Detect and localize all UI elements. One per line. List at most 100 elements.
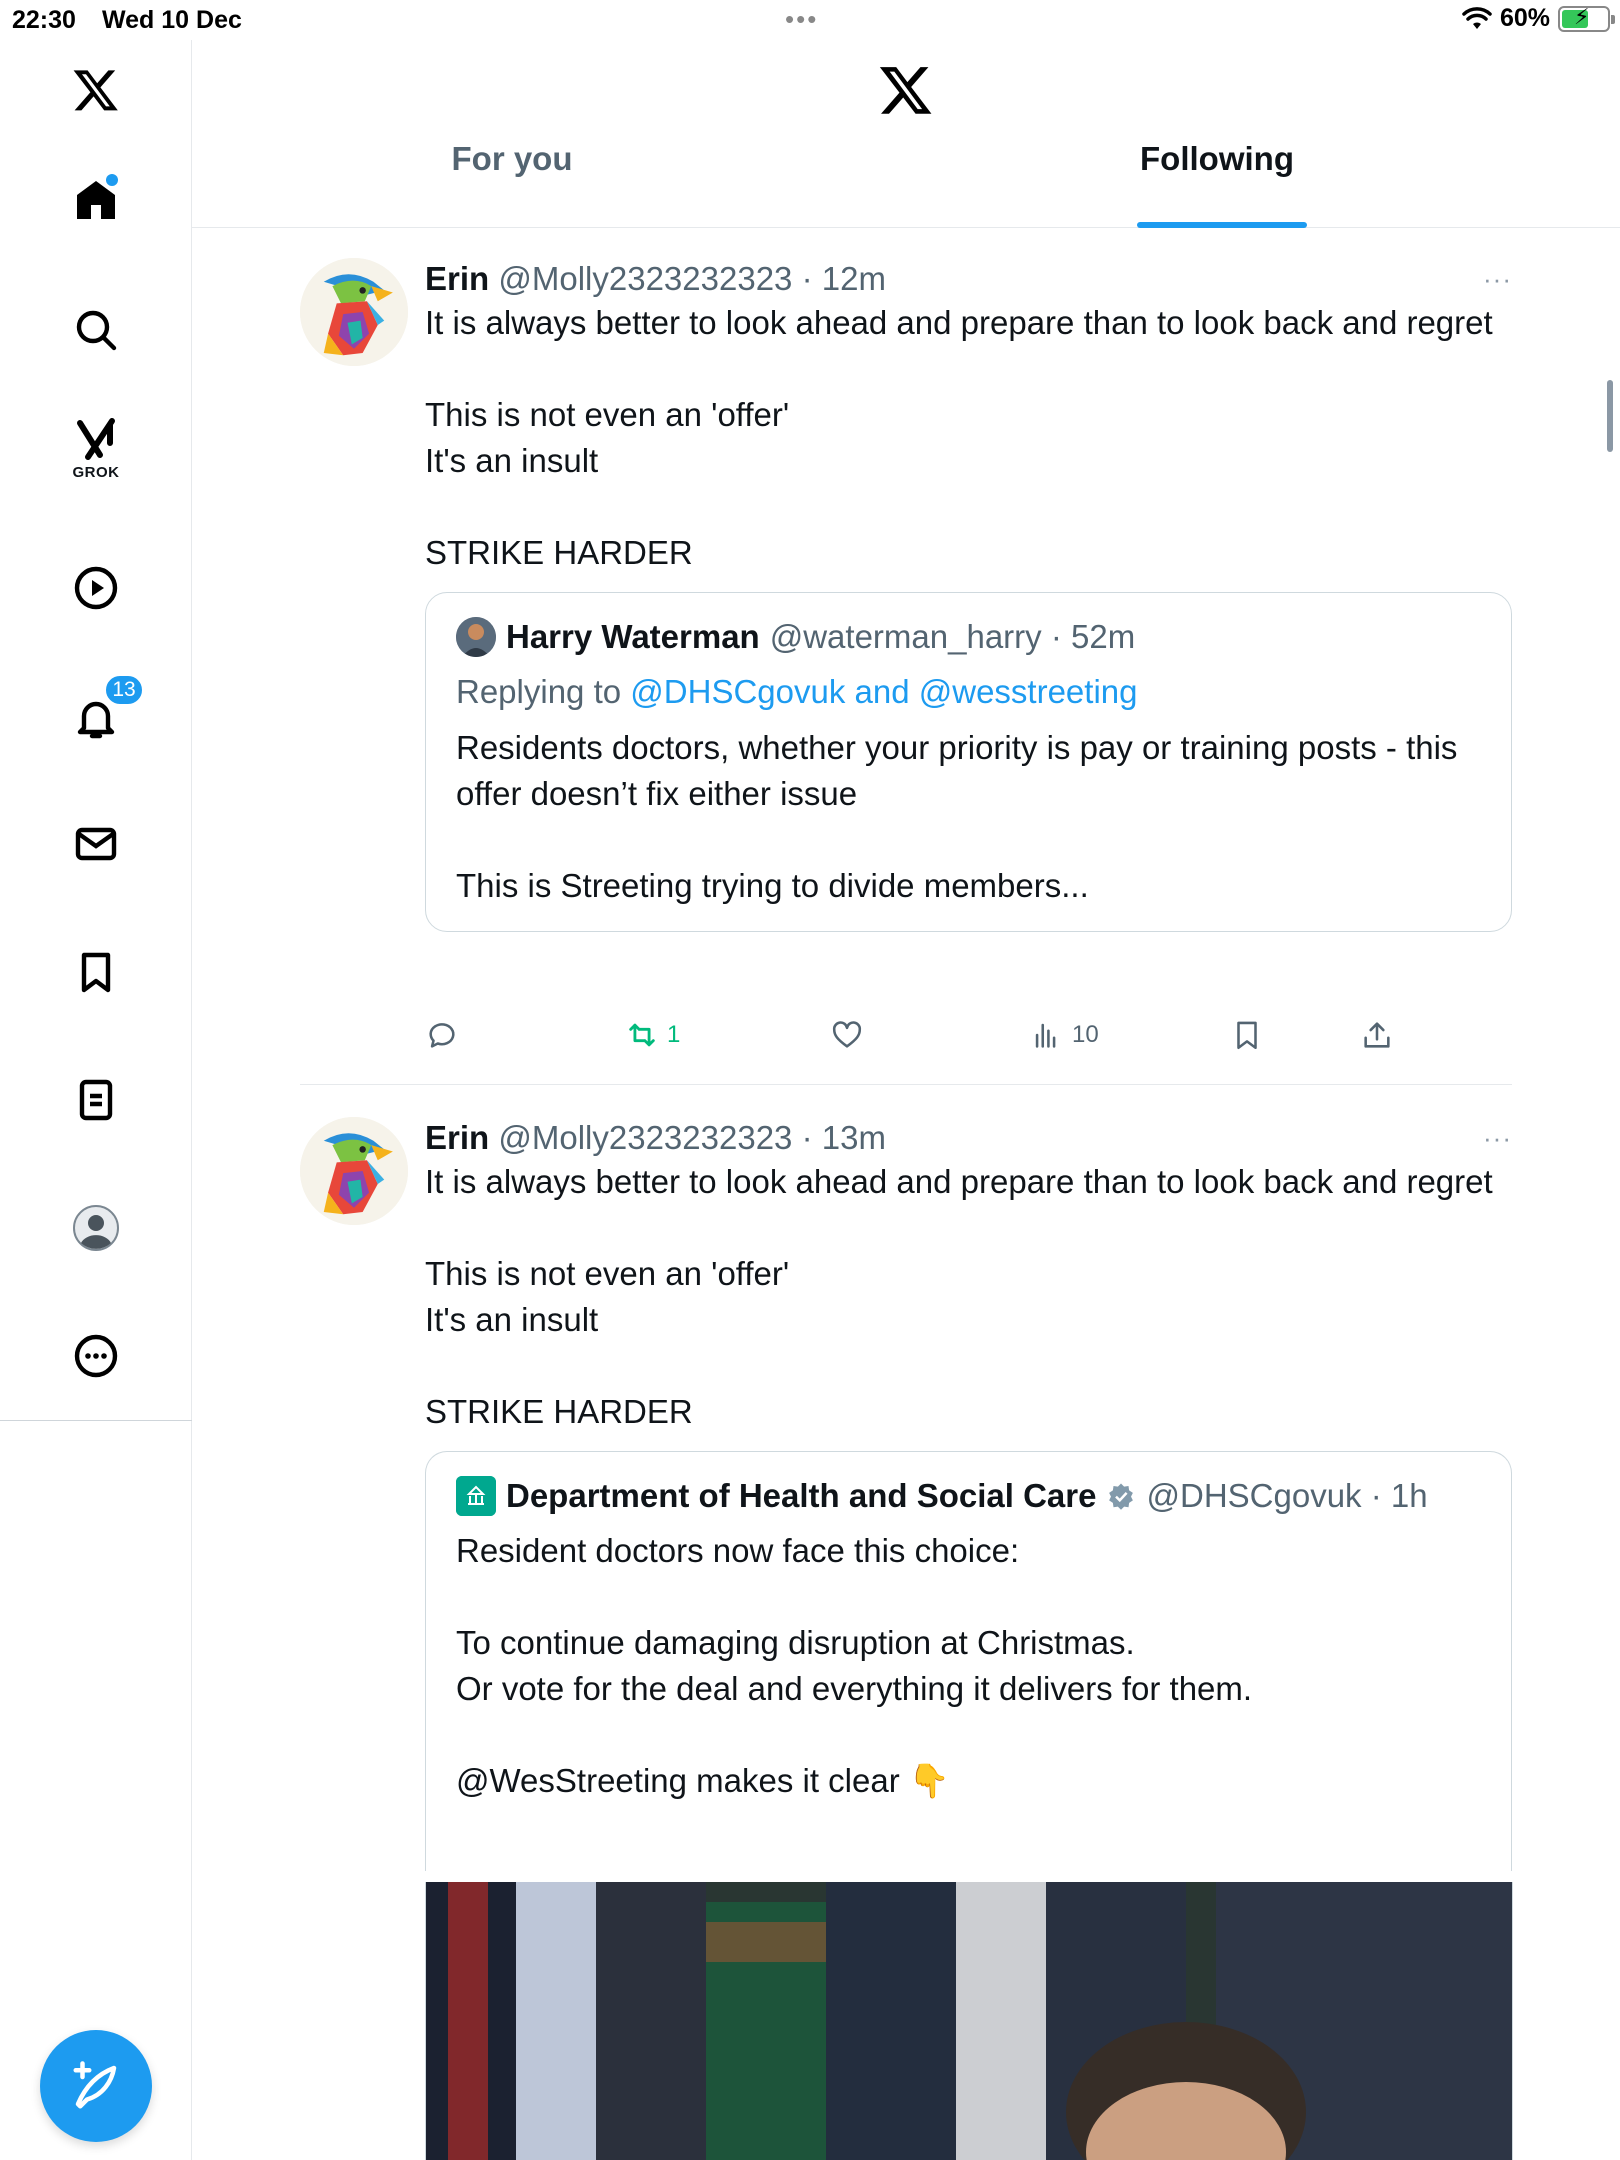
reply-button[interactable] — [425, 1018, 467, 1052]
quoted-text-line — [456, 817, 1481, 863]
post-text-line — [425, 484, 1512, 530]
scrollbar[interactable] — [1607, 380, 1613, 452]
reply-icon — [429, 1023, 455, 1048]
notifications-badge: 13 — [104, 674, 144, 706]
repost-count: 1 — [667, 1021, 681, 1048]
post-text-line: This is not even an 'offer' — [425, 1255, 790, 1292]
multitasking-dots-icon[interactable]: ••• — [785, 4, 818, 35]
wifi-icon — [1462, 6, 1492, 29]
quoted-post-text: Residents doctors, whether your priority… — [456, 725, 1481, 909]
tab-for-you[interactable]: For you — [412, 140, 612, 228]
views-count: 10 — [1072, 1021, 1099, 1048]
lists-icon[interactable] — [66, 1070, 126, 1130]
status-right: 60% ⚡ — [1462, 4, 1615, 33]
quoted-text-line — [456, 1574, 1481, 1620]
post-actions: 1 10 — [425, 1018, 1425, 1068]
sidebar: GROK 13 — [0, 40, 192, 2160]
views-chart-icon — [1035, 1023, 1056, 1048]
heart-icon — [832, 1021, 862, 1048]
post-text-line: STRIKE HARDER — [425, 534, 693, 571]
post-header: Erin @Molly2323232323 · 12m — [425, 258, 1512, 300]
battery-percent: 60% — [1499, 4, 1550, 32]
active-tab-indicator — [1137, 222, 1307, 228]
like-button[interactable] — [830, 1018, 872, 1052]
search-icon[interactable] — [66, 300, 126, 360]
tab-label: Following — [1140, 140, 1294, 177]
post-text-line: It's an insult — [425, 442, 599, 479]
compose-feather-icon — [73, 2061, 117, 2109]
bookmark-icon[interactable] — [66, 942, 126, 1002]
share-icon — [1364, 1022, 1390, 1048]
status-bar: 22:30 Wed 10 Dec ••• 60% ⚡ — [0, 0, 1620, 40]
author-name[interactable]: Erin — [425, 260, 489, 297]
quoted-post-text: Resident doctors now face this choice: T… — [456, 1528, 1481, 1804]
quoted-text-line: Residents doctors, whether your priority… — [456, 729, 1458, 812]
post-text-line: It's an insult — [425, 1301, 599, 1338]
bookmark-button[interactable] — [1230, 1018, 1264, 1052]
quoted-text-line: To continue damaging disruption at Chris… — [456, 1624, 1135, 1661]
post-text-line: This is not even an 'offer' — [425, 396, 790, 433]
eagle-avatar-image — [300, 1117, 408, 1225]
notifications-bell-icon[interactable]: 13 — [66, 674, 144, 748]
reply-mentions[interactable]: @DHSCgovuk and @wesstreeting — [630, 673, 1137, 710]
quoted-post[interactable]: Department of Health and Social Care @DH… — [425, 1451, 1512, 1871]
grok-label: GROK — [72, 464, 120, 481]
profile-avatar-icon[interactable] — [66, 1198, 126, 1258]
sidebar-divider — [0, 1420, 192, 1421]
verified-badge-icon — [1109, 1483, 1134, 1510]
repost-button[interactable]: 1 — [625, 1018, 680, 1052]
messages-envelope-icon[interactable] — [66, 814, 126, 874]
quoted-author-handle: @DHSCgovuk · 1h — [1146, 1477, 1428, 1514]
post-text-line — [425, 346, 1512, 392]
author-handle[interactable]: @Molly2323232323 — [498, 1119, 792, 1156]
author-handle[interactable]: @Molly2323232323 — [498, 260, 792, 297]
replying-to: Replying to @DHSCgovuk and @wesstreeting — [456, 673, 1138, 710]
quoted-text-line: @WesStreeting makes it clear 👇 — [456, 1762, 950, 1799]
home-icon[interactable] — [66, 170, 126, 230]
post-text-line: STRIKE HARDER — [425, 1393, 693, 1430]
status-time: 22:30 — [12, 6, 76, 34]
post-time[interactable]: 13m — [822, 1119, 886, 1156]
dhsc-crest-avatar — [456, 1476, 496, 1516]
parliament-video-still — [426, 1882, 1512, 2160]
post-text-line — [425, 1343, 1512, 1389]
x-logo-icon[interactable] — [66, 60, 126, 120]
post-divider — [300, 1084, 1512, 1085]
quoted-author-avatar — [456, 617, 496, 657]
more-options-icon[interactable] — [66, 1326, 126, 1386]
eagle-avatar-image — [300, 258, 408, 366]
tab-label: For you — [451, 140, 573, 177]
video-icon[interactable] — [66, 558, 126, 618]
grok-icon[interactable]: GROK — [66, 418, 126, 481]
avatar[interactable] — [300, 258, 408, 366]
post-body: Erin @Molly2323232323 · 13m ··· It is al… — [425, 1117, 1512, 1871]
quoted-post[interactable]: Harry Waterman @waterman_harry · 52m Rep… — [425, 592, 1512, 932]
quoted-author-handle: @waterman_harry · 52m — [769, 618, 1136, 655]
quoted-text-line: This is Streeting trying to divide membe… — [456, 867, 1089, 904]
post-more-icon[interactable]: ··· — [1483, 1123, 1512, 1154]
x-logo-icon — [879, 67, 932, 114]
quoted-author-name: Harry Waterman — [506, 618, 760, 655]
separator-dot: · — [792, 1119, 822, 1156]
quoted-media-video[interactable] — [425, 1882, 1513, 2160]
tab-following[interactable]: Following — [1117, 140, 1317, 228]
status-date: Wed 10 Dec — [102, 6, 242, 34]
post-more-icon[interactable]: ··· — [1483, 264, 1512, 295]
quoted-post-header: Harry Waterman @waterman_harry · 52m — [456, 615, 1481, 659]
repost-icon — [629, 1023, 655, 1047]
bookmark-icon — [1237, 1021, 1257, 1050]
timeline-header: For you Following — [192, 40, 1620, 228]
post-body: Erin @Molly2323232323 · 12m ··· It is al… — [425, 258, 1512, 932]
home-unread-dot — [106, 174, 118, 186]
avatar[interactable] — [300, 1117, 408, 1225]
compose-post-button[interactable] — [40, 2030, 152, 2142]
views-button[interactable]: 10 — [1030, 1018, 1099, 1052]
post-time[interactable]: 12m — [822, 260, 886, 297]
post-header: Erin @Molly2323232323 · 13m — [425, 1117, 1512, 1159]
quoted-text-line: Resident doctors now face this choice: — [456, 1532, 1020, 1569]
author-name[interactable]: Erin — [425, 1119, 489, 1156]
share-button[interactable] — [1360, 1018, 1394, 1052]
quoted-post-header: Department of Health and Social Care @DH… — [456, 1474, 1481, 1518]
separator-dot: · — [792, 260, 822, 297]
quoted-text-line — [456, 1712, 1481, 1758]
